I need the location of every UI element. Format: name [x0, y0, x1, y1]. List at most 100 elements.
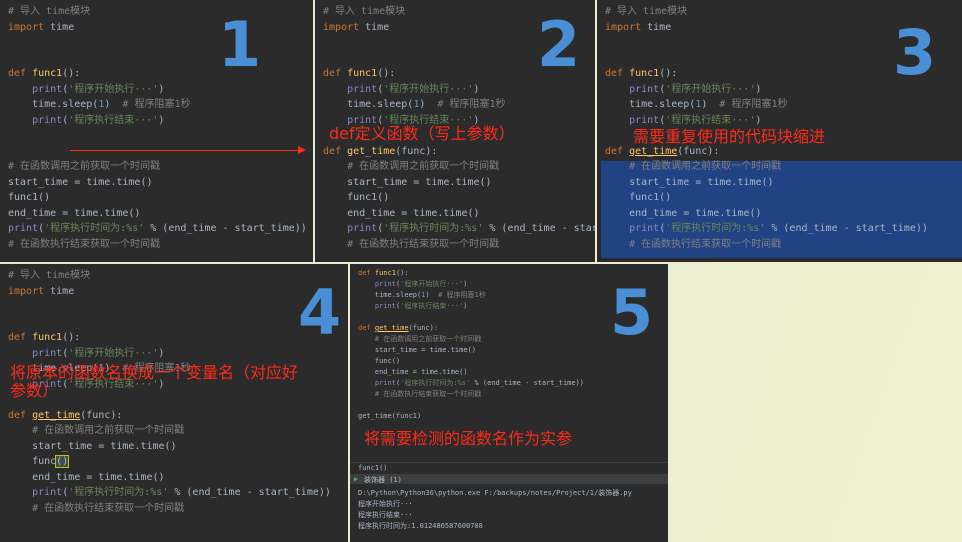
code-panel-5: def func1(): print('程序开始执行···') time.sle…	[350, 264, 668, 542]
code-token: ()	[55, 455, 70, 468]
code-token: # 在函数执行结束获取一个时间戳	[347, 238, 500, 250]
code-line: func1()	[323, 190, 595, 206]
code-token: get_time	[347, 145, 396, 157]
code-token: print	[32, 347, 63, 359]
breadcrumb[interactable]: func1()	[358, 464, 388, 472]
code-line: # 导入 time模块	[8, 268, 331, 284]
code-line: # 在函数执行结束获取一个时间戳	[8, 501, 331, 517]
run-tab[interactable]: 装饰器 (1)	[364, 475, 402, 485]
arrow-head-icon	[298, 146, 306, 154]
code-token: )	[473, 83, 480, 95]
code-token: # 导入 time模块	[8, 6, 91, 17]
code-line: print('程序执行结束···')	[605, 113, 928, 129]
code-token: def	[605, 145, 630, 157]
code-token: time	[359, 21, 390, 33]
code-token: '程序开始执行···'	[68, 83, 159, 95]
code-line: time.sleep(1) # 程序阻塞1秒	[323, 97, 595, 113]
code-token: (func):	[395, 145, 438, 157]
code-line: start_time = time.time()	[605, 175, 928, 191]
code-line: def func1():	[8, 66, 307, 82]
code-token: start_time = time.time()	[323, 176, 492, 188]
code-token: ():	[62, 68, 81, 79]
code-line: # 在函数执行结束获取一个时间戳	[358, 389, 584, 400]
code-token: (func):	[80, 409, 123, 421]
code-token: import	[8, 21, 45, 33]
code-line: print('程序执行时间为:%s' % (end_time - start_t…	[8, 485, 331, 501]
code-token: (func):	[677, 145, 720, 157]
code-token: # 在函数调用之前获取一个时间戳	[347, 161, 500, 172]
code-token: print	[374, 379, 396, 387]
code-line: def get_time(func):	[8, 408, 331, 424]
code-line: # 在函数执行结束获取一个时间戳	[8, 237, 307, 253]
code-token: print	[629, 114, 660, 126]
step-number-1: 1	[218, 8, 262, 81]
code-token: '程序执行时间为:%s'	[383, 223, 484, 234]
code-line: end_time = time.time()	[323, 206, 595, 222]
code-token: # 程序阻塞1秒	[719, 99, 788, 110]
code-line: func()	[358, 356, 584, 367]
code-token: time	[641, 21, 672, 33]
code-line: print('程序开始执行···')	[8, 82, 307, 98]
code-token: import	[323, 21, 360, 33]
code-line: func1()	[8, 190, 307, 206]
code-token: time.sleep(	[358, 291, 422, 299]
code-token: import	[8, 285, 45, 297]
code-token: def	[605, 68, 630, 79]
code-token: print	[629, 83, 660, 95]
code-line: # 导入 time模块	[605, 4, 928, 20]
code-line: print('程序执行时间为:%s' % (end_time - start_t…	[8, 221, 307, 237]
code-line: print('程序开始执行···')	[358, 279, 584, 290]
run-console: func1() ▶ 装饰器 (1) D:\Python\Python36\pyt…	[350, 462, 668, 542]
code-token: func1	[32, 332, 63, 343]
code-line: # 在函数调用之前获取一个时间戳	[8, 159, 307, 175]
code-token: time.sleep(	[323, 99, 414, 110]
run-icon[interactable]: ▶	[354, 475, 358, 483]
code-line: func1()	[605, 190, 928, 206]
code-token: func1	[32, 68, 63, 79]
annotation-3: 需要重复使用的代码块缩进	[633, 127, 826, 146]
code-token: print	[374, 280, 396, 288]
code-token: time	[44, 285, 75, 297]
code-token: end_time = time.time()	[605, 207, 762, 219]
code-line: start_time = time.time()	[358, 345, 584, 356]
code-line: def get_time(func):	[323, 144, 595, 160]
code-token: # 在函数执行结束获取一个时间戳	[32, 502, 185, 514]
code-token: )	[701, 99, 720, 110]
annotation-5: 将需要检测的函数名作为实参	[364, 429, 573, 448]
code-line: print('程序执行结束···')	[8, 113, 307, 129]
code-token: )	[755, 83, 762, 95]
code-token: '程序执行结束···'	[665, 114, 756, 126]
code-token: % (end_time - start_time))	[470, 379, 585, 387]
code-line: # 在函数调用之前获取一个时间戳	[358, 334, 584, 345]
code-token: # 在函数执行结束获取一个时间戳	[374, 390, 482, 398]
console-output: D:\Python\Python36\python.exe F:/backups…	[358, 488, 632, 532]
code-token: '程序执行时间为:%s'	[400, 379, 471, 387]
code-line: import time	[8, 284, 331, 300]
code-line: start_time = time.time()	[8, 439, 331, 455]
code-line: def func1():	[605, 66, 928, 82]
code-token: func1	[629, 68, 660, 79]
code-token: ():	[377, 68, 396, 79]
code-line: print('程序开始执行···')	[323, 82, 595, 98]
code-token: # 在函数调用之前获取一个时间戳	[32, 425, 185, 436]
code-line: # 在函数执行结束获取一个时间戳	[323, 237, 595, 253]
step-number-4: 4	[298, 276, 342, 349]
code-token: # 导入 time模块	[605, 6, 688, 17]
code-token: '程序执行结束···'	[68, 114, 159, 126]
code-token: print	[347, 223, 378, 234]
